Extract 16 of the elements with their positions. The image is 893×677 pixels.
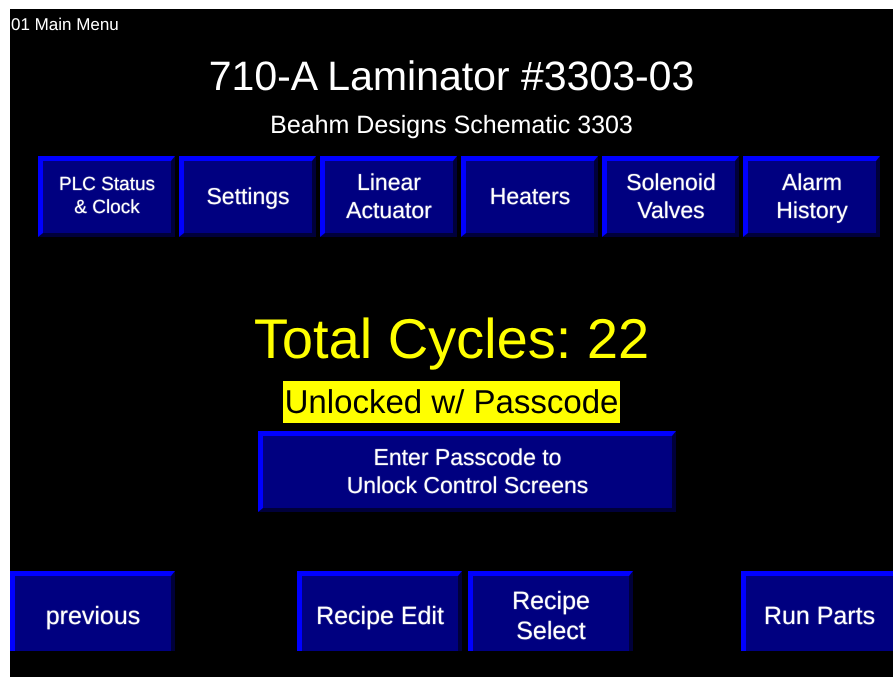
menu-button[interactable]: PLC Status & Clock [38, 156, 175, 237]
passcode-button[interactable]: Enter Passcode to Unlock Control Screens [258, 431, 676, 512]
previous-button[interactable]: previous [10, 571, 175, 651]
menu-button[interactable]: Settings [179, 156, 316, 237]
run-parts-button[interactable]: Run Parts [741, 571, 893, 651]
menu-button[interactable]: Solenoid Valves [602, 156, 739, 237]
screen-label: 01 Main Menu [10, 14, 119, 35]
schematic-subtitle: Beahm Designs Schematic 3303 [270, 110, 633, 140]
recipe-button[interactable]: Recipe Select [468, 571, 633, 651]
lock-status: Unlocked w/ Passcode [282, 381, 620, 423]
recipe-button[interactable]: Recipe Edit [297, 571, 462, 651]
machine-title: 710-A Laminator #3303-03 [208, 52, 694, 100]
menu-button[interactable]: Linear Actuator [320, 156, 457, 237]
total-cycles: Total Cycles: 22 [254, 307, 650, 371]
menu-button[interactable]: Alarm History [743, 156, 880, 237]
menu-button[interactable]: Heaters [461, 156, 598, 237]
